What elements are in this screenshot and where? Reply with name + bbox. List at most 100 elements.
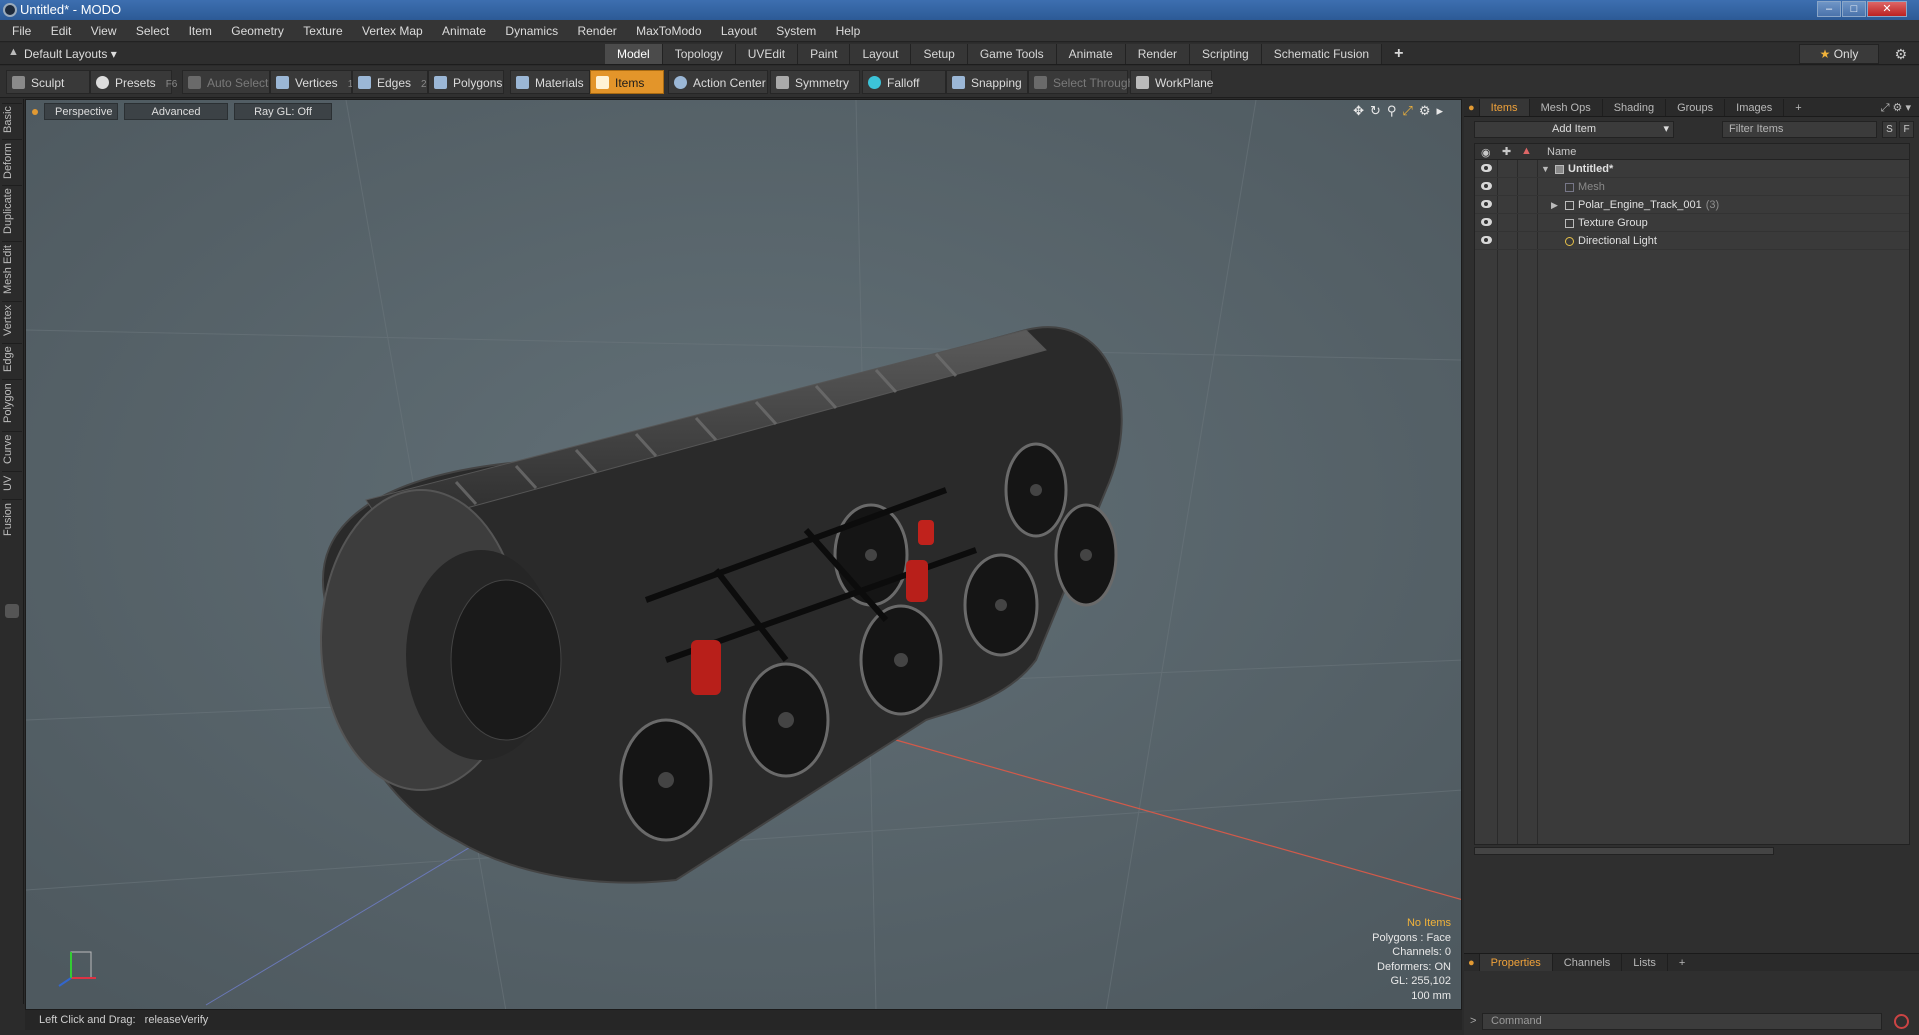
menu-animate[interactable]: Animate (434, 20, 494, 42)
collapse-arrow-icon[interactable]: ▲ (8, 46, 19, 58)
tab-shading[interactable]: Shading (1603, 99, 1667, 116)
menu-geometry[interactable]: Geometry (223, 20, 292, 42)
menu-maxtomodo[interactable]: MaxToModo (628, 20, 709, 42)
command-input[interactable]: Command (1482, 1013, 1882, 1030)
viewport-menu-dot-icon[interactable] (32, 109, 38, 115)
add-properties-tab-icon[interactable]: + (1668, 954, 1696, 971)
render-column-icon[interactable]: ▲ (1521, 145, 1532, 157)
presets-button[interactable]: Presets F6 (90, 70, 177, 94)
snapping-button[interactable]: Snapping (946, 70, 1028, 94)
auto-select-button[interactable]: Auto Select (182, 70, 270, 94)
view-type-dropdown[interactable]: Perspective (44, 103, 118, 120)
tab-paint[interactable]: Paint (798, 44, 851, 64)
panel-menu-dot-icon[interactable]: ● (1464, 99, 1480, 116)
symmetry-button[interactable]: Symmetry (770, 70, 860, 94)
tab-scripting[interactable]: Scripting (1190, 44, 1262, 64)
vtab-uv[interactable]: UV (2, 471, 22, 495)
menu-system[interactable]: System (768, 20, 824, 42)
falloff-button[interactable]: Falloff (862, 70, 946, 94)
visibility-eye-icon[interactable] (1481, 164, 1492, 172)
raygl-toggle[interactable]: Ray GL: Off (234, 103, 332, 120)
menu-item[interactable]: Item (181, 20, 220, 42)
menu-vertex-map[interactable]: Vertex Map (354, 20, 431, 42)
vtab-curve[interactable]: Curve (2, 431, 22, 467)
tab-items[interactable]: Items (1479, 99, 1530, 116)
vtab-polygon[interactable]: Polygon (2, 379, 22, 427)
list-item-texture-group[interactable]: Texture Group (1475, 214, 1909, 232)
tab-render[interactable]: Render (1125, 44, 1191, 64)
vtab-deform[interactable]: Deform (2, 139, 22, 181)
gear-icon[interactable]: ⚙ (1894, 46, 1907, 63)
vtab-mesh-edit[interactable]: Mesh Edit (2, 241, 22, 297)
tab-schematic-fusion[interactable]: Schematic Fusion (1261, 44, 1383, 64)
tab-toggle-icon[interactable] (5, 604, 19, 618)
properties-menu-dot-icon[interactable]: ● (1464, 954, 1480, 971)
menu-select[interactable]: Select (128, 20, 177, 42)
select-through-button[interactable]: Select Through (1028, 70, 1134, 94)
workplane-button[interactable]: WorkPlane (1130, 70, 1213, 94)
close-button[interactable]: ✕ (1867, 1, 1907, 17)
list-item-polar-engine-track[interactable]: ▶ Polar_Engine_Track_001 (3) (1475, 196, 1909, 214)
visibility-eye-icon[interactable] (1481, 182, 1492, 190)
tab-uvedit[interactable]: UVEdit (735, 44, 799, 64)
3d-viewport[interactable]: Perspective Advanced Ray GL: Off ✥ ↻ ⚲ ⤢… (25, 99, 1462, 1010)
menu-render[interactable]: Render (569, 20, 624, 42)
s-button[interactable]: S (1882, 121, 1897, 138)
zoom-icon[interactable]: ⚲ (1387, 103, 1397, 119)
rotate-icon[interactable]: ↻ (1370, 103, 1381, 119)
filter-items-input[interactable]: Filter Items (1722, 121, 1877, 138)
add-tab-plus-icon[interactable]: + (1382, 44, 1415, 64)
polygons-button[interactable]: Polygons (428, 70, 504, 94)
vtab-vertex[interactable]: Vertex (2, 301, 22, 339)
tab-channels[interactable]: Channels (1553, 954, 1623, 971)
layouts-dropdown[interactable]: Default Layouts ▾ (24, 45, 117, 63)
only-button[interactable]: ★ Only (1799, 44, 1879, 64)
name-column-header[interactable]: Name (1547, 146, 1576, 158)
visibility-eye-icon[interactable] (1481, 236, 1492, 244)
tab-layout[interactable]: Layout (850, 44, 912, 64)
menu-edit[interactable]: Edit (43, 20, 80, 42)
shading-mode-dropdown[interactable]: Advanced (124, 103, 228, 120)
expand-triangle-icon[interactable]: ▶ (1551, 196, 1558, 214)
viewport-gear-icon[interactable]: ⚙ (1419, 103, 1431, 119)
menu-texture[interactable]: Texture (295, 20, 350, 42)
minimize-button[interactable]: – (1817, 1, 1841, 17)
edges-button[interactable]: Edges 2 (352, 70, 428, 94)
materials-button[interactable]: Materials (510, 70, 590, 94)
add-item-dropdown[interactable]: Add Item ▾ (1474, 121, 1674, 138)
vtab-basic[interactable]: Basic (2, 103, 22, 135)
panel-expand-icon[interactable]: ⤢ ⚙ ▾ (1881, 101, 1911, 115)
tab-game-tools[interactable]: Game Tools (967, 44, 1057, 64)
list-item-untitled[interactable]: ▼ Untitled* (1475, 160, 1909, 178)
vtab-edge[interactable]: Edge (2, 343, 22, 375)
vtab-duplicate[interactable]: Duplicate (2, 185, 22, 237)
tab-groups[interactable]: Groups (1666, 99, 1726, 116)
fit-icon[interactable]: ⤢ (1402, 103, 1412, 119)
visibility-eye-icon[interactable] (1481, 218, 1492, 226)
items-button[interactable]: Items (590, 70, 664, 94)
maximize-button[interactable]: □ (1842, 1, 1866, 17)
tab-topology[interactable]: Topology (662, 44, 736, 64)
vertices-button[interactable]: Vertices 1 (270, 70, 353, 94)
visibility-column-eye-icon[interactable]: ◉ (1481, 146, 1491, 159)
menu-file[interactable]: File (4, 20, 39, 42)
expand-triangle-icon[interactable]: ▼ (1541, 160, 1550, 178)
tab-properties[interactable]: Properties (1479, 954, 1553, 971)
menu-dynamics[interactable]: Dynamics (497, 20, 566, 42)
tab-animate[interactable]: Animate (1056, 44, 1126, 64)
item-list-scrollbar[interactable] (1474, 847, 1774, 855)
pan-icon[interactable]: ✥ (1353, 103, 1364, 119)
vtab-fusion[interactable]: Fusion (2, 499, 22, 539)
list-item-mesh[interactable]: Mesh (1475, 178, 1909, 196)
add-panel-tab-icon[interactable]: + (1784, 99, 1812, 116)
visibility-eye-icon[interactable] (1481, 200, 1492, 208)
sculpt-button[interactable]: Sculpt (6, 70, 90, 94)
menu-help[interactable]: Help (828, 20, 869, 42)
menu-layout[interactable]: Layout (713, 20, 765, 42)
f-button[interactable]: F (1899, 121, 1914, 138)
tab-model[interactable]: Model (605, 44, 663, 64)
action-center-button[interactable]: Action Center (668, 70, 768, 94)
tab-mesh-ops[interactable]: Mesh Ops (1530, 99, 1603, 116)
lock-column-icon[interactable]: ✚ (1502, 145, 1511, 158)
stop-icon[interactable] (1894, 1014, 1909, 1029)
